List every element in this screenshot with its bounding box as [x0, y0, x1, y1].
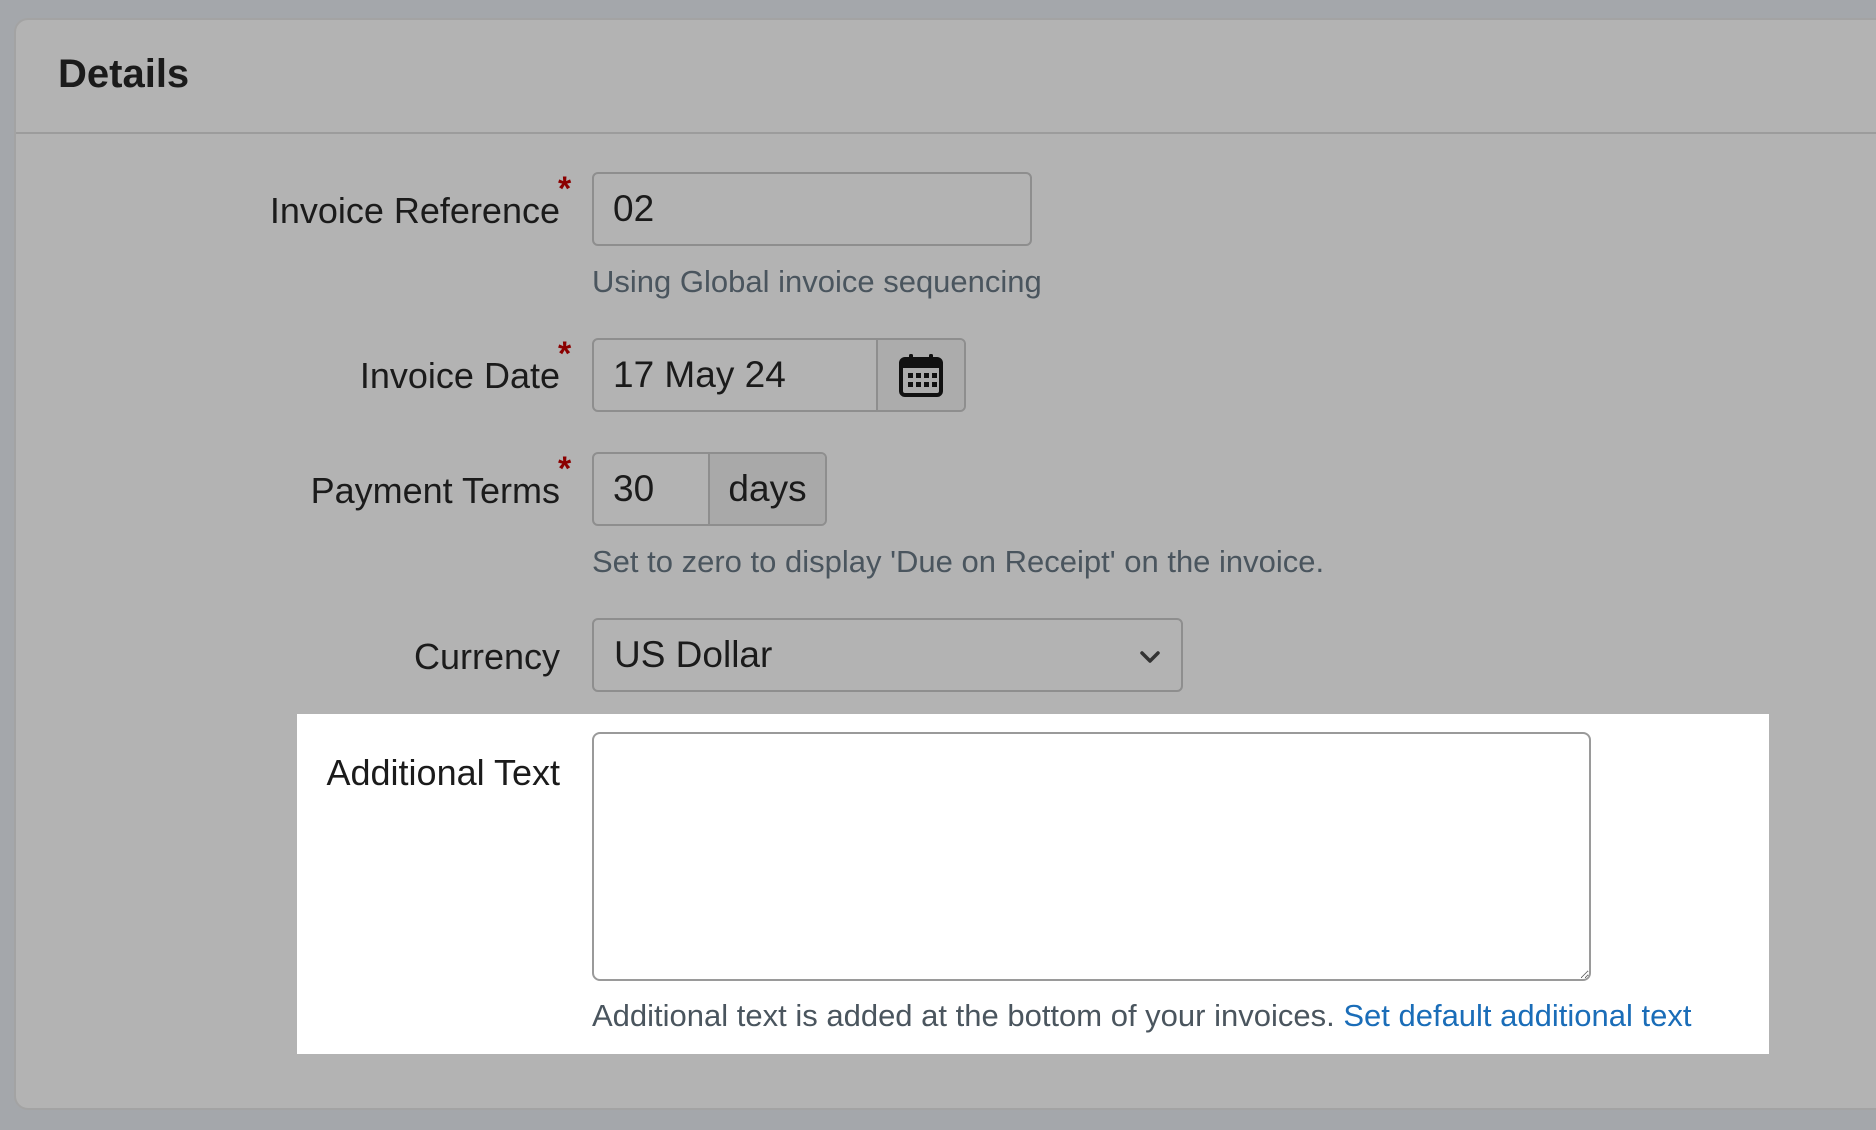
panel-header: Details: [16, 20, 1876, 134]
invoice-reference-value: 02: [613, 188, 655, 229]
calendar-button[interactable]: [876, 340, 964, 410]
invoice-reference-help: Using Global invoice sequencing: [592, 264, 1042, 299]
invoice-reference-required-mark: *: [558, 170, 572, 208]
invoice-reference-input[interactable]: 02: [592, 172, 1032, 246]
currency-select[interactable]: US Dollar: [592, 618, 1183, 692]
payment-terms-unit: days: [708, 454, 825, 524]
invoice-date-input[interactable]: 17 May 24: [594, 340, 876, 410]
additional-text-label: Additional Text: [326, 752, 561, 793]
set-default-additional-text-link[interactable]: Set default additional text: [1343, 998, 1691, 1033]
payment-terms-required-mark: *: [558, 450, 572, 488]
invoice-date-required-mark: *: [558, 335, 572, 373]
currency-selected-value: US Dollar: [614, 634, 773, 675]
additional-text-help-row: Additional text is added at the bottom o…: [592, 998, 1691, 1034]
invoice-reference-label: Invoice Reference: [269, 190, 560, 231]
invoice-date-label: Invoice Date: [359, 355, 560, 396]
additional-text-help: Additional text is added at the bottom o…: [592, 998, 1344, 1033]
payment-terms-field: 30 days: [592, 452, 827, 526]
payment-terms-label: Payment Terms: [310, 470, 560, 511]
payment-terms-help: Set to zero to display 'Due on Receipt' …: [592, 544, 1325, 579]
chevron-down-icon: [1140, 651, 1160, 663]
panel-title: Details: [58, 52, 190, 96]
invoice-date-field: 17 May 24: [592, 338, 966, 412]
additional-text-textarea[interactable]: [592, 732, 1591, 981]
invoice-date-value: 17 May 24: [613, 354, 786, 395]
currency-label: Currency: [413, 636, 560, 677]
payment-terms-value: 30: [613, 468, 655, 509]
calendar-icon: [899, 354, 943, 397]
payment-terms-input[interactable]: 30: [594, 454, 708, 524]
